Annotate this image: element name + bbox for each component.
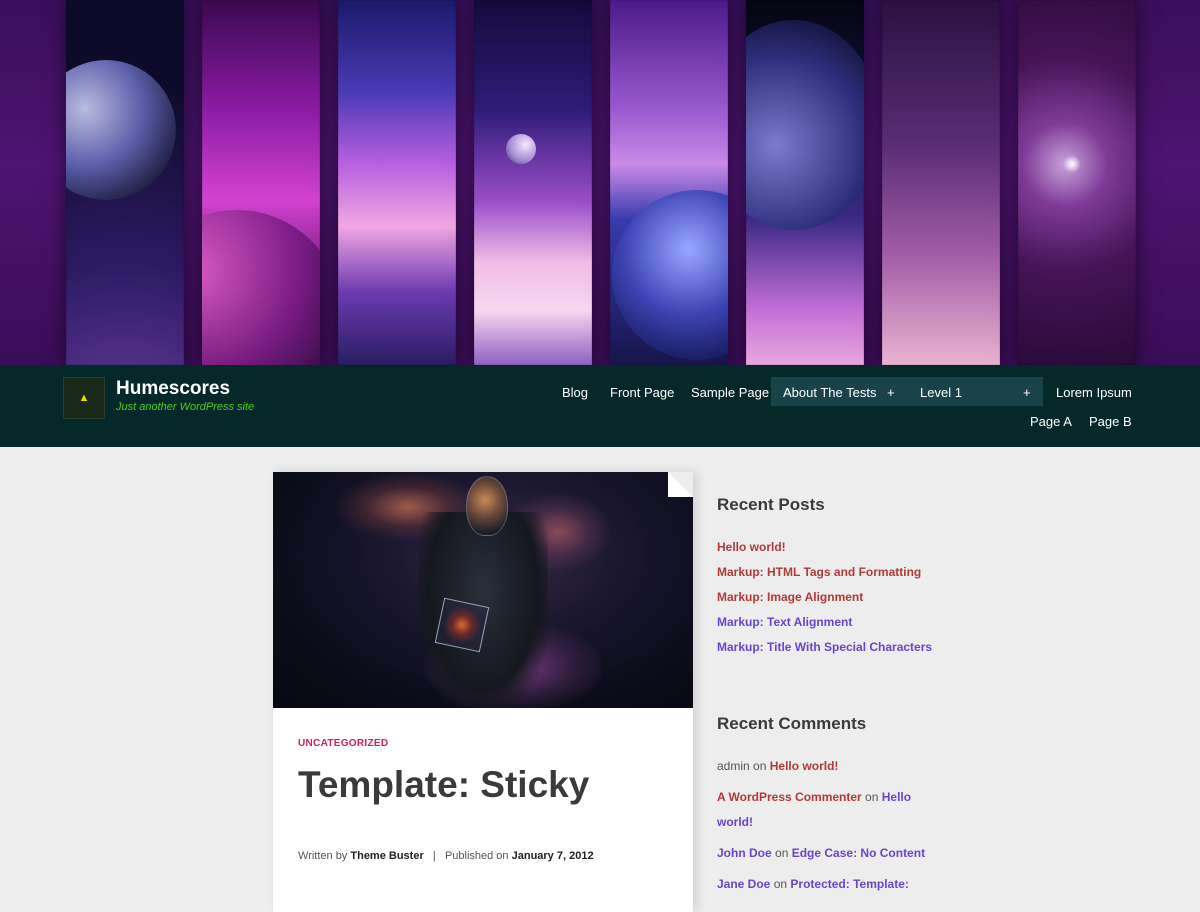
menu-item-page-b[interactable]: Page B: [1089, 414, 1132, 429]
post-category[interactable]: UNCATEGORIZED: [298, 738, 388, 749]
space-panel-8: [1018, 0, 1136, 365]
menu-item-sample-page[interactable]: Sample Page: [691, 385, 769, 400]
page-fold-corner: [668, 472, 693, 497]
meta-separator: |: [432, 850, 436, 862]
menu-item-page-a[interactable]: Page A: [1030, 414, 1072, 429]
recent-post-link[interactable]: Markup: HTML Tags and Formatting: [717, 565, 921, 579]
space-panel-6: [746, 0, 864, 365]
comment-on-label: on: [865, 790, 879, 804]
comment-author: admin: [717, 759, 750, 773]
comment-post-link[interactable]: Hello world!: [770, 759, 839, 773]
featured-image[interactable]: [273, 472, 693, 708]
post-author-link[interactable]: Theme Buster: [350, 850, 423, 862]
recent-post-link[interactable]: Markup: Text Alignment: [717, 615, 852, 629]
comment-post-link-continued[interactable]: world!: [717, 815, 753, 829]
post-date-link[interactable]: January 7, 2012: [512, 850, 594, 862]
space-panel-7: [882, 0, 1000, 365]
space-panel-2: [202, 0, 320, 365]
post-title[interactable]: Template: Sticky: [298, 764, 589, 806]
published-label: Published on: [444, 850, 509, 862]
comment-author-link[interactable]: John Doe: [717, 846, 772, 860]
written-by-label: Written by: [298, 850, 348, 862]
comment-on-label: on: [775, 846, 789, 860]
menu-item-blog[interactable]: Blog: [562, 385, 588, 400]
recent-post-link[interactable]: Hello world!: [717, 540, 786, 554]
recent-post-link[interactable]: Markup: Image Alignment: [717, 590, 863, 604]
space-panel-5: [610, 0, 728, 365]
submenu-expand-icon[interactable]: +: [1023, 385, 1031, 400]
comment-item: A WordPress Commenter on Hello: [717, 790, 911, 804]
sticky-post-card: UNCATEGORIZED Template: Sticky Written b…: [273, 472, 693, 912]
menu-item-about-the-tests[interactable]: About The Tests: [783, 385, 876, 400]
comment-item: John Doe on Edge Case: No Content: [717, 846, 925, 860]
comment-item: admin on Hello world!: [717, 759, 838, 773]
recent-comments-title: Recent Comments: [717, 714, 867, 733]
comment-item: Jane Doe on Protected: Template:: [717, 877, 909, 891]
site-logo[interactable]: ▲: [63, 377, 105, 419]
submenu-expand-icon[interactable]: +: [887, 385, 895, 400]
site-description: Just another WordPress site: [116, 401, 255, 413]
comment-post-link[interactable]: Hello: [882, 790, 911, 804]
recent-posts-title: Recent Posts: [717, 495, 825, 514]
triangle-logo-icon: ▲: [78, 392, 90, 404]
recent-post-link[interactable]: Markup: Title With Special Characters: [717, 640, 932, 654]
space-panel-1: [66, 0, 184, 365]
post-meta: Written by Theme Buster | Published on J…: [298, 850, 594, 862]
comment-on-label: on: [753, 759, 767, 773]
comment-author-link[interactable]: A WordPress Commenter: [717, 790, 862, 804]
space-panel-3: [338, 0, 456, 365]
menu-item-front-page[interactable]: Front Page: [610, 385, 674, 400]
comment-on-label: on: [773, 877, 788, 891]
comment-author-link[interactable]: Jane Doe: [717, 877, 770, 891]
site-title[interactable]: Humescores: [116, 378, 230, 400]
space-panel-4: [474, 0, 592, 365]
menu-item-level-1[interactable]: Level 1: [920, 385, 962, 400]
header-image: [0, 0, 1200, 365]
comment-post-link[interactable]: Edge Case: No Content: [792, 846, 925, 860]
menu-item-lorem-ipsum[interactable]: Lorem Ipsum: [1056, 385, 1132, 400]
comment-post-link[interactable]: Protected: Template:: [790, 877, 908, 891]
